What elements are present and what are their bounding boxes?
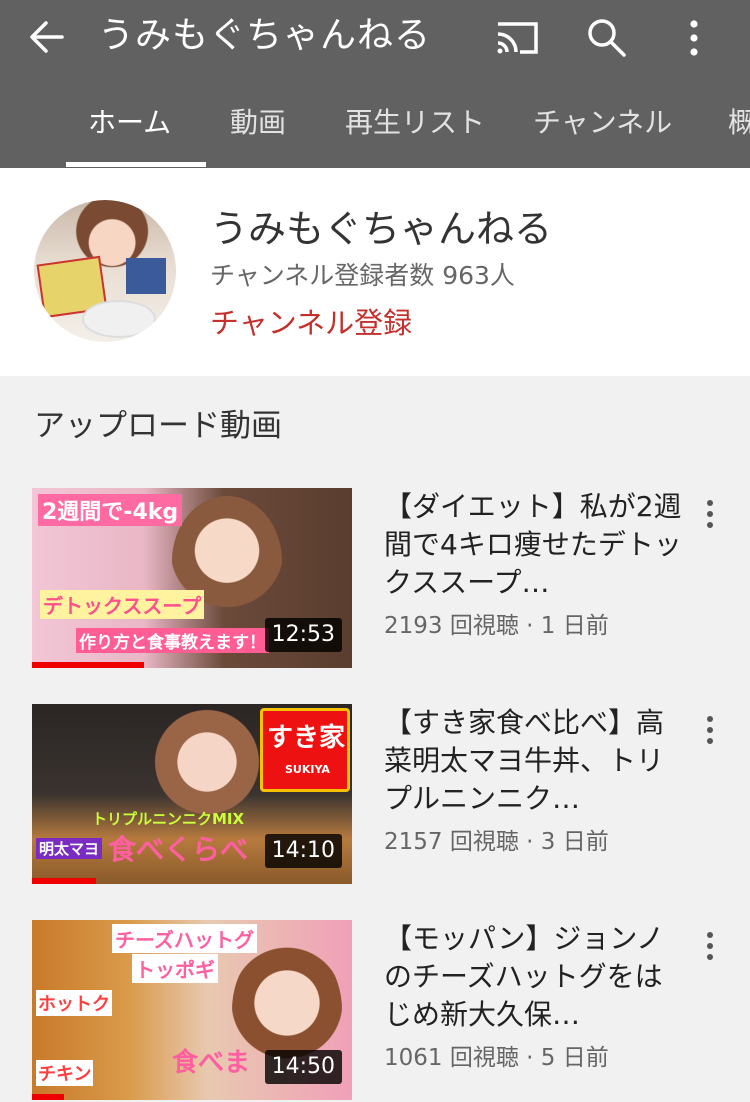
subscribe-button[interactable]: チャンネル登録 xyxy=(210,300,412,342)
avatar-bowl xyxy=(82,300,156,338)
more-vert-icon[interactable] xyxy=(698,928,722,964)
active-tab-indicator xyxy=(66,162,206,167)
video-item[interactable]: チーズハットグ トッポギ ホットク チキン 食べま 14:50 【モッパン】ジョ… xyxy=(0,920,750,1100)
thumb-caption: チーズハットグ xyxy=(112,924,257,953)
thumb-caption: トリプルニンニクMIX xyxy=(92,810,245,828)
subscriber-count: チャンネル登録者数 963人 xyxy=(210,261,515,290)
channel-tabs: ホーム 動画 再生リスト チャンネル 概 xyxy=(0,80,750,168)
channel-avatar[interactable] xyxy=(34,200,176,342)
thumb-caption: チキン xyxy=(36,1060,94,1086)
video-title[interactable]: 【すき家食べ比べ】高菜明太マヨ牛丼、トリプルニンニク… xyxy=(384,704,689,818)
video-thumbnail[interactable]: チーズハットグ トッポギ ホットク チキン 食べま 14:50 xyxy=(32,920,352,1100)
avatar-drink-box xyxy=(126,258,166,294)
video-title[interactable]: 【モッパン】ジョンノのチーズハットグをはじめ新大久保… xyxy=(384,920,689,1034)
video-duration: 14:10 xyxy=(264,834,342,868)
app-bar: うみもぐちゃんねる ホーム 動画 再生リスト チャンネル 概 xyxy=(0,0,750,168)
sukiya-logo: すき家 SUKIYA xyxy=(260,708,350,792)
tab-home[interactable]: ホーム xyxy=(88,80,171,168)
back-arrow-icon[interactable] xyxy=(22,12,78,62)
thumb-caption: 明太マヨ xyxy=(36,838,103,859)
video-duration: 12:53 xyxy=(264,618,342,652)
top-toolbar: うみもぐちゃんねる xyxy=(0,0,750,80)
video-item[interactable]: すき家 SUKIYA トリプルニンニクMIX 明太マヨ 食べくらべ 14:10 … xyxy=(0,704,750,884)
video-meta: 2157 回視聴 · 3 日前 xyxy=(384,829,609,855)
video-thumbnail[interactable]: すき家 SUKIYA トリプルニンニクMIX 明太マヨ 食べくらべ 14:10 xyxy=(32,704,352,884)
video-duration: 14:50 xyxy=(264,1050,342,1084)
channel-name: うみもぐちゃんねる xyxy=(210,207,553,251)
cast-icon[interactable] xyxy=(490,12,546,62)
video-thumbnail[interactable]: 2週間で-4kg デトックススープ 作り方と食事教えます！ 12:53 xyxy=(32,488,352,668)
video-meta: 1061 回視聴 · 5 日前 xyxy=(384,1045,609,1071)
thumb-caption: デトックススープ xyxy=(40,590,205,619)
thumb-caption: 食べま xyxy=(172,1048,251,1078)
tab-playlists[interactable]: 再生リスト xyxy=(345,80,485,168)
channel-header: うみもぐちゃんねる チャンネル登録者数 963人 チャンネル登録 xyxy=(0,168,750,376)
uploads-section-title[interactable]: アップロード動画 xyxy=(34,400,282,445)
thumb-caption: ホットク xyxy=(36,990,112,1016)
more-vert-icon[interactable] xyxy=(698,496,722,532)
watch-progress-bar xyxy=(32,662,144,668)
thumb-caption: 食べくらべ xyxy=(108,833,249,866)
tab-about[interactable]: 概 xyxy=(728,80,750,168)
tab-videos[interactable]: 動画 xyxy=(230,80,286,168)
channel-title: うみもぐちゃんねる xyxy=(98,15,432,56)
watch-progress-bar xyxy=(32,1094,64,1100)
tab-channels[interactable]: チャンネル xyxy=(533,80,672,168)
more-vert-icon[interactable] xyxy=(670,12,718,62)
video-meta: 2193 回視聴 · 1 日前 xyxy=(384,613,609,639)
thumb-caption: 作り方と食事教えます！ xyxy=(76,628,269,653)
watch-progress-bar xyxy=(32,878,96,884)
video-item[interactable]: 2週間で-4kg デトックススープ 作り方と食事教えます！ 12:53 【ダイエ… xyxy=(0,488,750,668)
thumb-caption: 2週間で-4kg xyxy=(38,494,183,526)
thumb-caption: トッポギ xyxy=(132,954,218,983)
more-vert-icon[interactable] xyxy=(698,712,722,748)
search-icon[interactable] xyxy=(580,12,636,62)
video-title[interactable]: 【ダイエット】私が2週間で4キロ痩せたデトックススープ… xyxy=(384,488,689,602)
